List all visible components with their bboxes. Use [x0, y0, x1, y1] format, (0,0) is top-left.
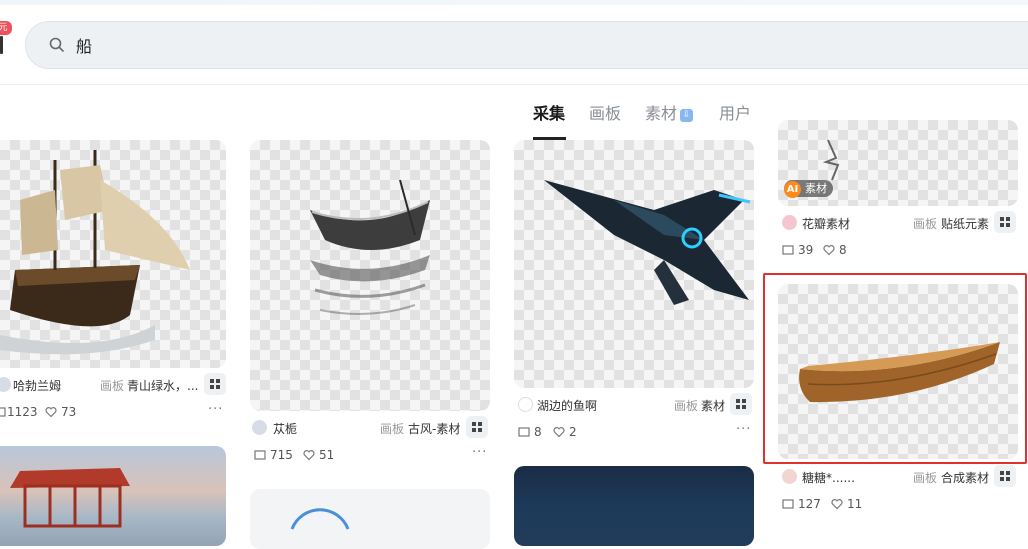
header-divider — [0, 84, 1028, 85]
pin-image-sailing-ship[interactable] — [0, 140, 226, 368]
pavilion-illustration — [10, 468, 130, 528]
board-prefix: 画板 — [380, 422, 405, 436]
pin-user-name[interactable]: 苁栀 — [273, 420, 297, 437]
repin-count: 127 — [798, 497, 821, 511]
pin-user-name[interactable]: 糖糖*...... — [802, 469, 855, 486]
like-icon[interactable] — [303, 449, 315, 461]
spaceship-illustration — [544, 180, 751, 305]
like-count: 2 — [569, 425, 577, 439]
board-name[interactable]: 古风-素材 — [408, 420, 460, 437]
ai-tag: AI — [784, 181, 801, 198]
like-count: 73 — [61, 405, 77, 419]
board-grid-button[interactable] — [994, 465, 1016, 487]
promo-badge[interactable]: 元 — [0, 21, 12, 35]
tab-users[interactable]: 用户 — [719, 100, 751, 124]
board-grid-button[interactable] — [204, 373, 226, 395]
top-strip — [0, 0, 1028, 5]
avatar[interactable] — [0, 377, 11, 392]
search-icon[interactable] — [48, 36, 66, 54]
board-name[interactable]: 贴纸元素 — [941, 215, 989, 232]
board-grid-button[interactable] — [466, 416, 488, 438]
search-input[interactable] — [76, 32, 676, 58]
board-name[interactable]: 素材 — [701, 397, 725, 414]
repin-icon — [254, 450, 266, 460]
download-badge-icon: ⇩ — [680, 109, 694, 122]
like-count: 11 — [847, 497, 863, 511]
promo-icon[interactable] — [0, 36, 3, 54]
board-prefix: 画板 — [100, 379, 125, 393]
tab-materials[interactable]: 素材 ⇩ — [645, 100, 694, 124]
ai-label: 素材 — [805, 182, 827, 195]
repin-count: 1123 — [7, 405, 38, 419]
avatar[interactable] — [782, 469, 797, 484]
avatar[interactable] — [782, 215, 797, 230]
board-grid-button[interactable] — [994, 211, 1016, 233]
search-bar[interactable] — [25, 21, 1028, 69]
pin-image-spaceship[interactable] — [514, 140, 754, 388]
board-prefix: 画板 — [913, 217, 938, 231]
like-count: 51 — [319, 448, 335, 462]
tab-pins[interactable]: 采集 — [533, 100, 565, 124]
more-options-button[interactable]: ··· — [736, 422, 751, 437]
tab-materials-label: 素材 — [645, 104, 678, 123]
repin-icon — [0, 407, 6, 417]
board-prefix: 画板 — [674, 399, 699, 413]
repin-count: 39 — [798, 243, 814, 257]
pin-user-name[interactable]: 哈勃兰姆 — [13, 377, 61, 394]
repin-count: 715 — [270, 448, 293, 462]
board-name[interactable]: 合成素材 — [941, 469, 989, 486]
like-icon[interactable] — [553, 426, 565, 438]
ai-material-badge: AI 素材 — [784, 180, 833, 198]
tab-boards[interactable]: 画板 — [589, 100, 621, 124]
more-options-button[interactable]: ··· — [472, 445, 487, 460]
pin-image-pavilion-boat[interactable] — [0, 446, 226, 546]
like-icon[interactable] — [823, 244, 835, 256]
like-icon[interactable] — [831, 498, 843, 510]
rowboat-illustration — [310, 179, 430, 315]
repin-icon — [782, 499, 794, 509]
loading-ring-icon — [290, 508, 350, 530]
more-options-button[interactable]: ··· — [208, 402, 223, 417]
like-count: 8 — [839, 243, 847, 257]
pin-user-name[interactable]: 花瓣素材 — [802, 215, 850, 232]
repin-count: 8 — [534, 425, 542, 439]
pin-image-old-boat[interactable] — [250, 140, 490, 411]
board-name[interactable]: 青山绿水，... — [127, 377, 198, 394]
ship-illustration — [0, 150, 190, 355]
board-prefix: 画板 — [913, 471, 938, 485]
like-icon[interactable] — [45, 406, 57, 418]
repin-icon — [782, 245, 794, 255]
selection-highlight — [763, 273, 1027, 464]
pin-user-name[interactable]: 湖边的鱼啊 — [537, 397, 597, 414]
pin-image-night-sky[interactable] — [514, 466, 754, 546]
pin-image-loading[interactable] — [250, 489, 490, 549]
repin-icon — [518, 427, 530, 437]
avatar[interactable] — [252, 420, 267, 435]
avatar[interactable] — [518, 397, 533, 412]
board-grid-button[interactable] — [730, 393, 752, 415]
